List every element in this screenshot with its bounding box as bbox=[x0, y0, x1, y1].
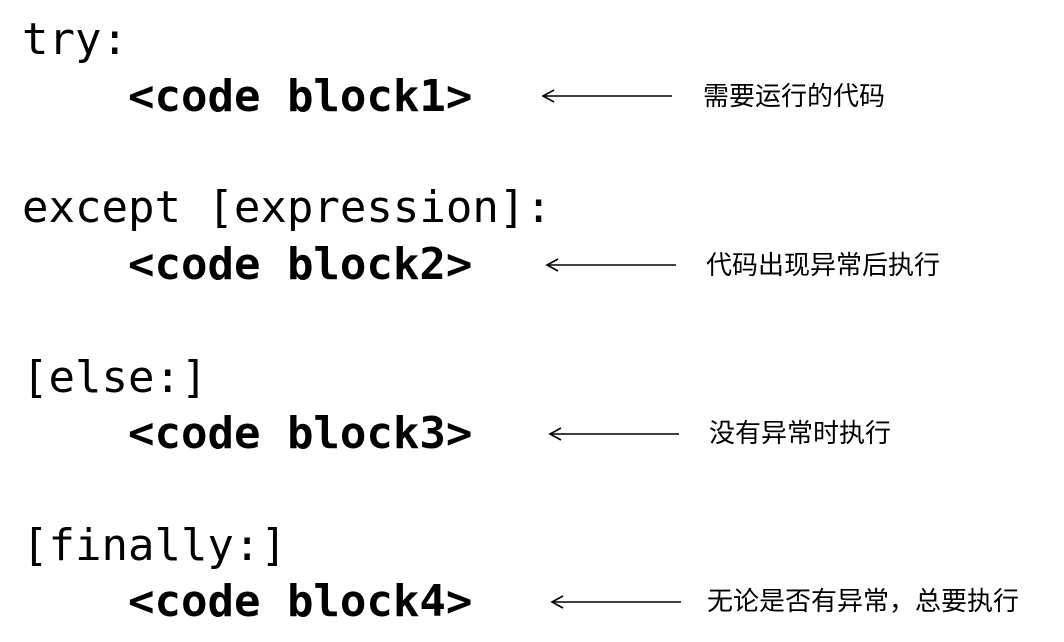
note-1: 需要运行的代码 bbox=[703, 82, 886, 112]
note-3: 没有异常时执行 bbox=[709, 419, 892, 449]
code-block-2: <code block2> bbox=[128, 239, 473, 290]
code-block-1: <code block1> bbox=[128, 71, 473, 122]
try-keyword: try: bbox=[22, 14, 128, 65]
arrow-2 bbox=[544, 257, 678, 273]
note-2: 代码出现异常后执行 bbox=[706, 251, 941, 281]
code-block-3: <code block3> bbox=[128, 408, 473, 459]
finally-keyword: [finally:] bbox=[22, 520, 287, 571]
else-keyword: [else:] bbox=[22, 352, 208, 403]
arrow-4 bbox=[549, 594, 683, 610]
except-keyword: except [expression]: bbox=[22, 182, 552, 233]
code-block-4: <code block4> bbox=[128, 576, 473, 627]
arrow-3 bbox=[547, 426, 681, 442]
arrow-1 bbox=[540, 88, 674, 104]
note-4: 无论是否有异常，总要执行 bbox=[707, 587, 1020, 617]
